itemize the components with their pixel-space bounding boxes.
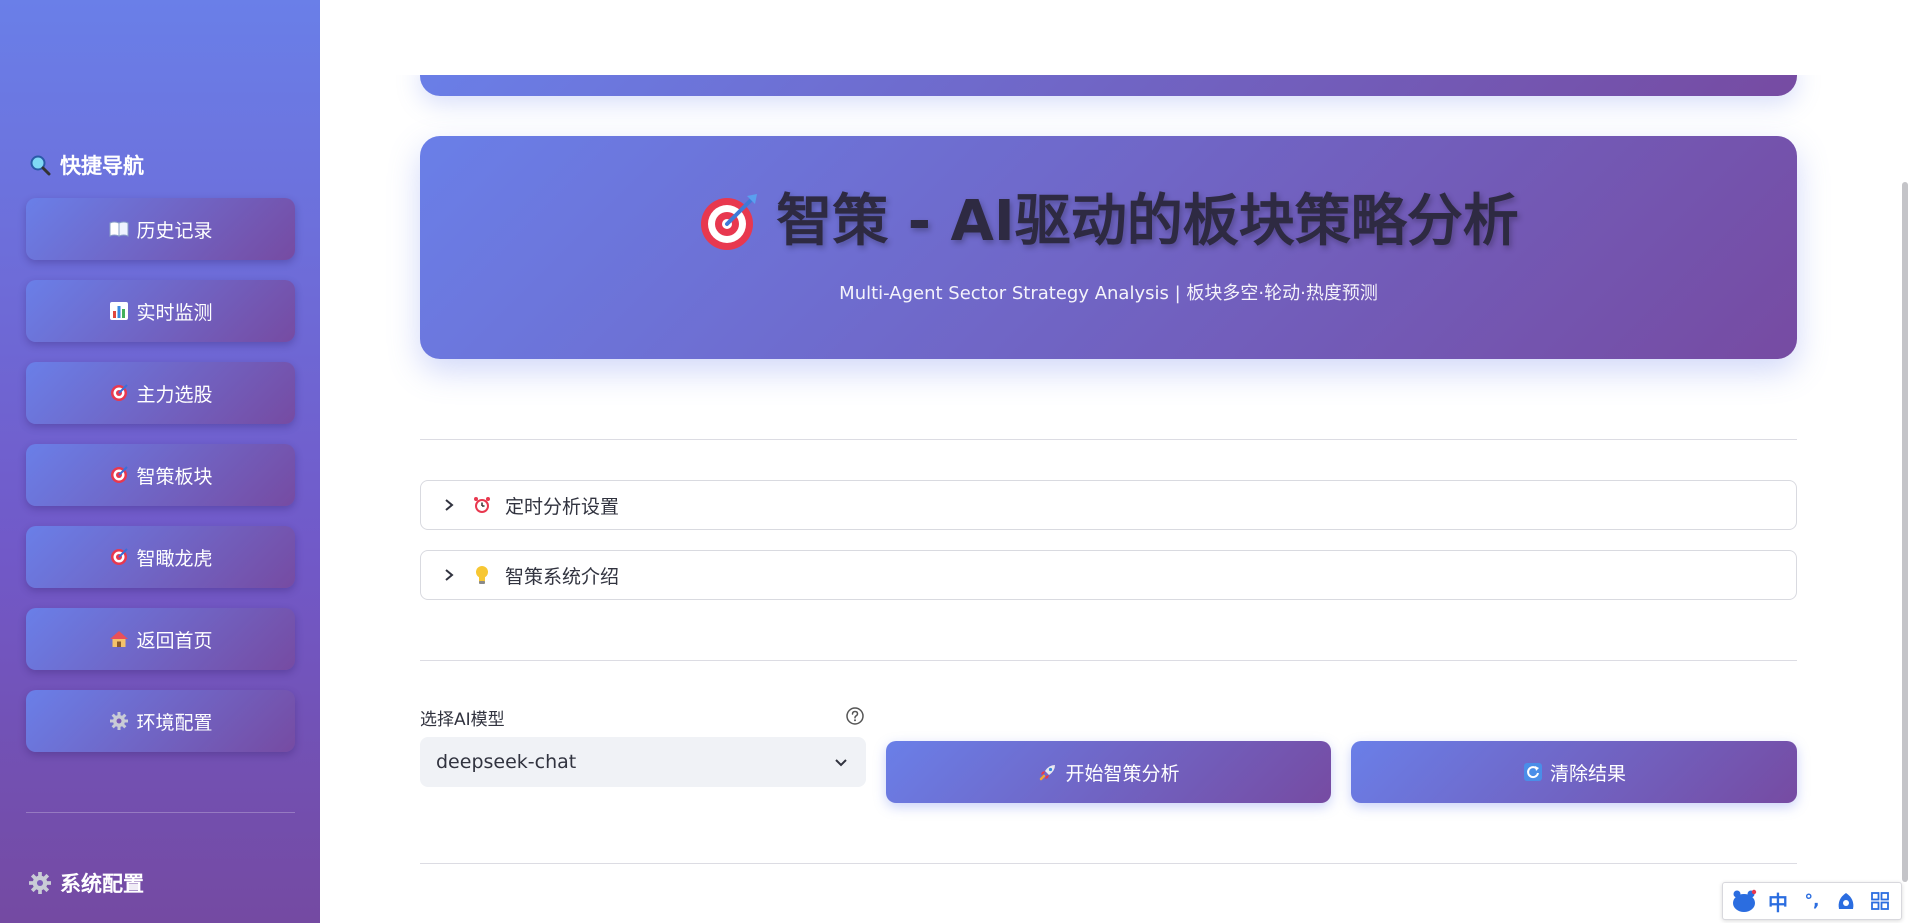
clear-results-label: 清除结果	[1549, 762, 1626, 785]
help-icon[interactable]	[845, 706, 865, 726]
expander-label: 定时分析设置	[505, 495, 620, 518]
expander-system-intro[interactable]: 智策系统介绍	[420, 550, 1797, 600]
ime-grid-icon[interactable]	[1866, 887, 1894, 915]
sidebar-item-label: 实时监测	[136, 301, 213, 324]
ime-mode-toggle[interactable]: 中	[1764, 887, 1792, 915]
sidebar-item-label: 返回首页	[136, 629, 213, 652]
clear-results-button[interactable]: 清除结果	[1351, 741, 1797, 803]
start-analysis-button[interactable]: 开始智策分析	[886, 741, 1331, 803]
sidebar-divider	[26, 812, 295, 813]
refresh-icon	[1522, 761, 1544, 783]
page-title: 智策 - AI驱动的板块策略分析	[698, 188, 1519, 254]
system-config-title: 系统配置	[60, 872, 144, 896]
divider	[420, 660, 1797, 661]
sidebar-item-history[interactable]: 历史记录	[26, 198, 295, 260]
system-config-heading: 系统配置	[28, 868, 144, 898]
expander-label: 智策系统介绍	[505, 565, 620, 588]
target-icon	[108, 546, 130, 568]
page-title-text: 智策 - AI驱动的板块策略分析	[776, 188, 1519, 254]
book-icon	[108, 218, 130, 240]
sidebar-item-realtime[interactable]: 实时监测	[26, 280, 295, 342]
sidebar-item-label: 主力选股	[136, 383, 213, 406]
ime-skin-icon[interactable]	[1832, 887, 1860, 915]
sidebar-item-home[interactable]: 返回首页	[26, 608, 295, 670]
sidebar-item-main-stock[interactable]: 主力选股	[26, 362, 295, 424]
magnifier-icon	[28, 153, 52, 177]
chart-icon	[108, 300, 130, 322]
model-select-value: deepseek-chat	[436, 751, 577, 773]
sidebar: 快捷导航 历史记录 实时监测 主力选股 智策板块 智瞰龙虎 返回首页 环境配置 …	[0, 0, 320, 923]
target-icon	[108, 382, 130, 404]
page-subtitle: Multi-Agent Sector Strategy Analysis | 板…	[839, 282, 1378, 304]
main-content: 智策 - AI驱动的板块策略分析 Multi-Agent Sector Stra…	[320, 0, 1910, 923]
model-select-label: 选择AI模型	[420, 710, 505, 730]
chevron-down-icon	[834, 751, 848, 773]
sidebar-item-label: 智瞰龙虎	[136, 547, 213, 570]
sidebar-item-label: 智策板块	[136, 465, 213, 488]
quick-nav-title: 快捷导航	[60, 154, 144, 178]
quick-nav-heading: 快捷导航	[28, 150, 144, 180]
scrollbar-thumb[interactable]	[1902, 182, 1908, 882]
ime-logo-icon[interactable]	[1730, 887, 1758, 915]
divider	[420, 439, 1797, 440]
chevron-right-icon	[439, 565, 459, 585]
start-analysis-label: 开始智策分析	[1065, 762, 1180, 785]
sidebar-item-dragon-tiger[interactable]: 智瞰龙虎	[26, 526, 295, 588]
gear-icon	[108, 710, 130, 732]
chevron-right-icon	[439, 495, 459, 515]
model-select[interactable]: deepseek-chat	[420, 737, 866, 787]
rocket-icon	[1037, 761, 1059, 783]
ime-punctuation-toggle[interactable]: °,	[1798, 887, 1826, 915]
ime-toolbar: 中 °,	[1722, 882, 1902, 920]
target-icon	[108, 464, 130, 486]
top-header	[320, 0, 1890, 75]
expander-schedule-settings[interactable]: 定时分析设置	[420, 480, 1797, 530]
hero-banner: 智策 - AI驱动的板块策略分析 Multi-Agent Sector Stra…	[420, 136, 1797, 359]
target-icon	[698, 191, 760, 253]
lightbulb-icon	[471, 564, 493, 586]
alarm-clock-icon	[471, 494, 493, 516]
sidebar-nav: 历史记录 实时监测 主力选股 智策板块 智瞰龙虎 返回首页 环境配置	[26, 198, 295, 772]
divider	[420, 863, 1797, 864]
sidebar-item-label: 历史记录	[136, 219, 213, 242]
sidebar-item-label: 环境配置	[136, 711, 213, 734]
sidebar-item-sector-strategy[interactable]: 智策板块	[26, 444, 295, 506]
house-icon	[108, 628, 130, 650]
gear-icon	[28, 871, 52, 895]
sidebar-item-env-config[interactable]: 环境配置	[26, 690, 295, 752]
